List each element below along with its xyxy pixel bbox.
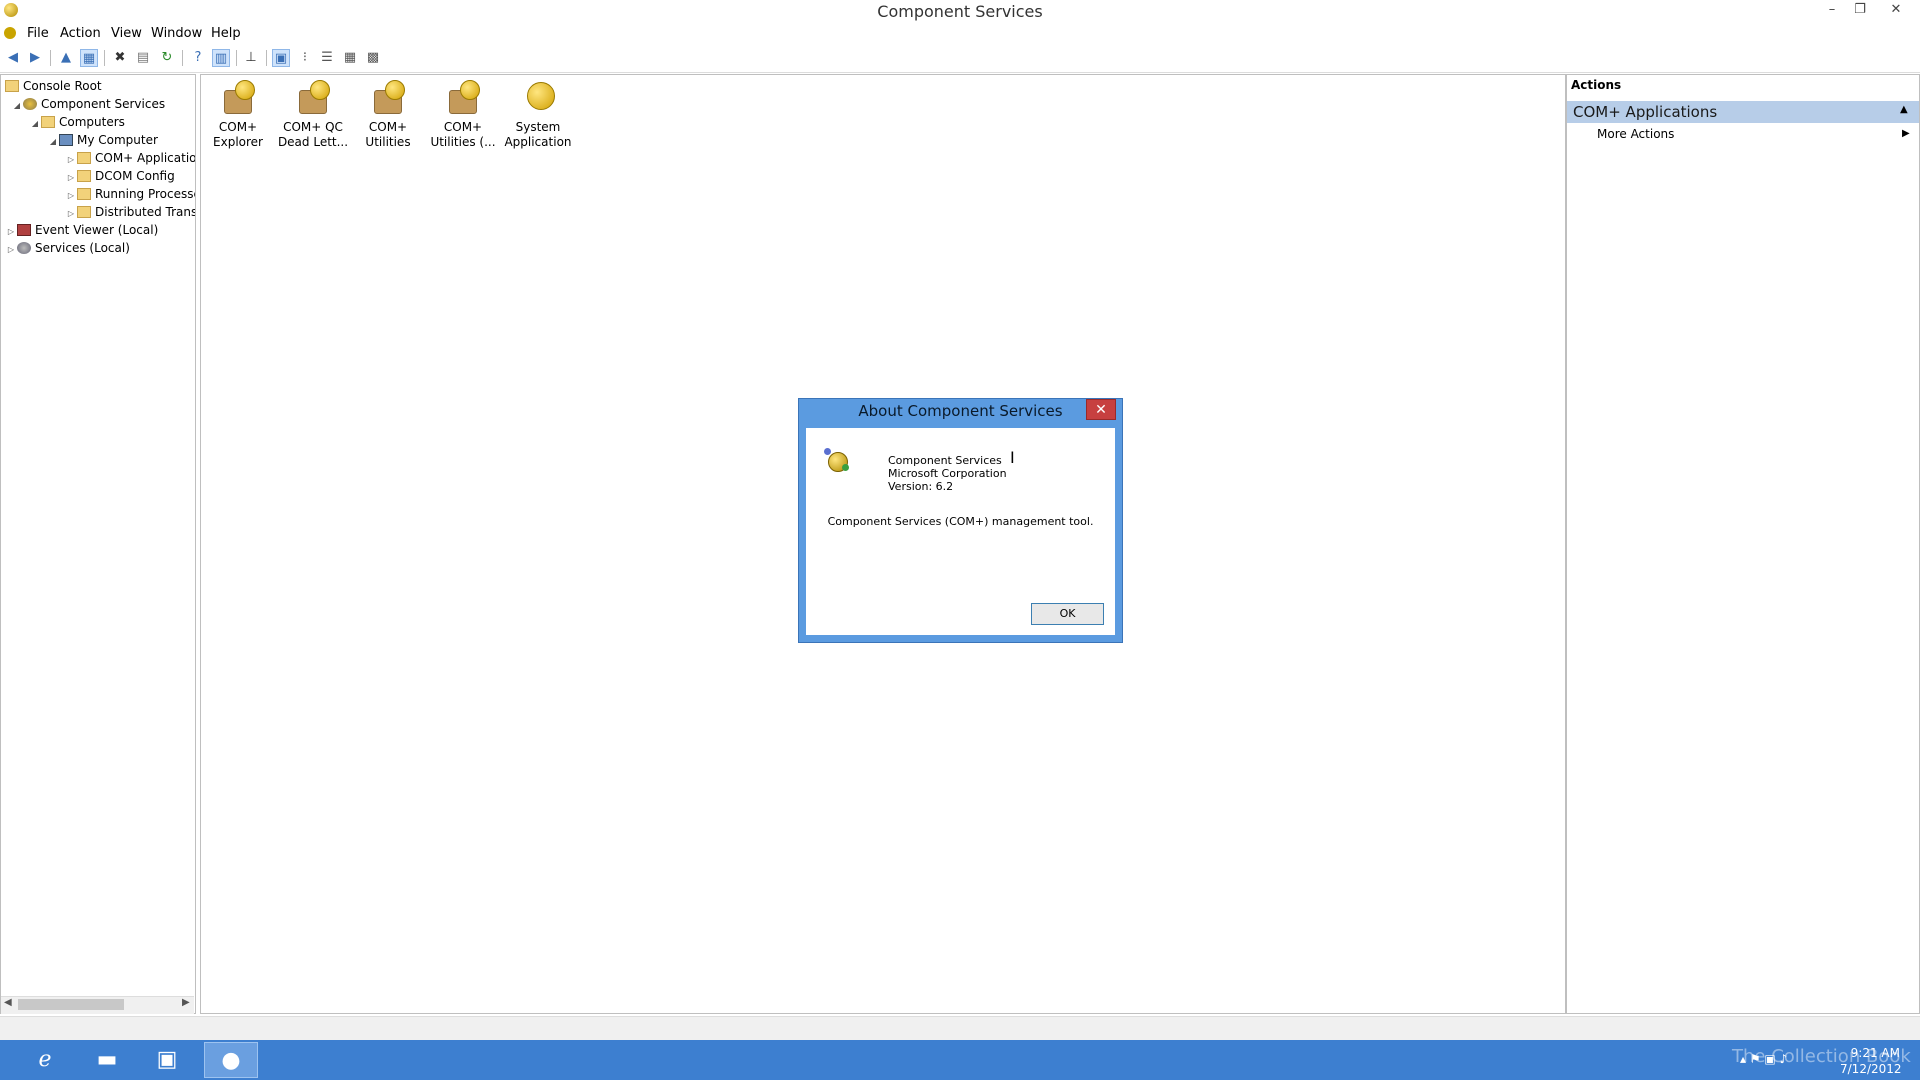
- taskbar: [0, 1040, 1920, 1080]
- export-list-icon[interactable]: ⊥: [242, 49, 260, 67]
- toolbar-separator: [182, 50, 183, 66]
- computer-icon: [59, 134, 73, 146]
- expanded-arrow-icon[interactable]: ◢: [11, 97, 23, 115]
- more-actions-link[interactable]: More Actions: [1597, 127, 1674, 141]
- component-services-icon: [824, 448, 849, 472]
- file-explorer-icon[interactable]: ▬: [80, 1042, 134, 1078]
- server-manager-icon[interactable]: ▣: [140, 1042, 194, 1078]
- scrollbar-thumb[interactable]: [18, 999, 124, 1010]
- com-package-icon: [371, 80, 405, 114]
- expanded-arrow-icon[interactable]: ◢: [29, 115, 41, 133]
- menu-bar: [0, 24, 1920, 44]
- collapse-up-icon[interactable]: ▲: [1900, 104, 1908, 115]
- tree-item-console-root[interactable]: Console Root: [5, 77, 195, 95]
- status-view-icon[interactable]: ▩: [364, 49, 382, 67]
- com-package-icon: [221, 80, 255, 114]
- list-view-icon[interactable]: ☰: [318, 49, 336, 67]
- com-package-icon: [446, 80, 480, 114]
- submenu-arrow-icon: ▶: [1902, 128, 1910, 139]
- item-com-utilities-32[interactable]: COM+ Utilities (...: [427, 80, 499, 150]
- tree-item-services[interactable]: ▷ Services (Local): [5, 239, 195, 259]
- properties-icon[interactable]: ▤: [134, 49, 152, 67]
- actions-pane: [1566, 74, 1920, 1014]
- dialog-company: Microsoft Corporation: [888, 467, 1007, 480]
- dialog-close-button[interactable]: ✕: [1086, 399, 1116, 420]
- window-title: Component Services: [877, 2, 1043, 21]
- tree-item-distributed-transactions[interactable]: ▷ Distributed Trans: [5, 203, 195, 221]
- large-icons-icon[interactable]: ▣: [272, 49, 290, 67]
- dialog-product-name: Component Services: [888, 454, 1002, 467]
- item-com-utilities[interactable]: COM+ Utilities: [352, 80, 424, 150]
- help-icon[interactable]: ?: [189, 49, 207, 67]
- system-application-icon: [521, 80, 555, 114]
- event-viewer-icon: [17, 224, 31, 236]
- show-tree-icon[interactable]: ▦: [80, 49, 98, 67]
- toolbar-separator: [266, 50, 267, 66]
- detail-view-icon[interactable]: ▦: [341, 49, 359, 67]
- item-com-explorer[interactable]: COM+ Explorer: [202, 80, 274, 150]
- actions-section-com-applications[interactable]: COM+ Applications: [1567, 101, 1919, 123]
- internet-explorer-icon[interactable]: ℯ: [18, 1042, 72, 1078]
- tree-item-component-services[interactable]: ◢ Component Services: [5, 95, 195, 115]
- delete-icon[interactable]: ✖: [111, 49, 129, 67]
- tray-icons[interactable]: ▴ ⚑ ▣ ♪: [1740, 1052, 1787, 1066]
- expanded-arrow-icon[interactable]: ◢: [47, 133, 59, 151]
- dialog-description: Component Services (COM+) management too…: [827, 515, 1094, 528]
- menu-window[interactable]: Window: [151, 26, 202, 41]
- restore-button[interactable]: ❐: [1846, 0, 1874, 20]
- folder-icon: [77, 170, 91, 182]
- folder-icon: [41, 116, 55, 128]
- small-icons-icon[interactable]: ⁝: [296, 49, 314, 67]
- menu-file[interactable]: File: [27, 26, 49, 41]
- ok-button[interactable]: OK: [1031, 603, 1104, 625]
- back-arrow-icon[interactable]: ◀: [4, 49, 22, 67]
- scroll-left-icon[interactable]: ◀: [4, 997, 12, 1008]
- folder-icon: [77, 152, 91, 164]
- toolbar-separator: [104, 50, 105, 66]
- dialog-title: About Component Services: [858, 402, 1063, 420]
- item-com-qc-dead-letter[interactable]: COM+ QC Dead Lett...: [277, 80, 349, 150]
- scroll-right-icon[interactable]: ▶: [182, 997, 190, 1008]
- action-pane-icon[interactable]: ▥: [212, 49, 230, 67]
- folder-icon: [77, 206, 91, 218]
- toolbar-separator: [236, 50, 237, 66]
- menu-view[interactable]: View: [111, 26, 142, 41]
- folder-icon: [5, 80, 19, 92]
- refresh-icon[interactable]: ↻: [158, 49, 176, 67]
- tree-item-running-processes[interactable]: ▷ Running Processe: [5, 185, 195, 203]
- actions-header: Actions: [1571, 78, 1622, 92]
- component-services-task-icon[interactable]: ●: [204, 1042, 258, 1078]
- dialog-version: Version: 6.2: [888, 480, 954, 493]
- component-services-icon: [23, 98, 37, 110]
- up-folder-icon[interactable]: ▲: [57, 49, 75, 67]
- clock-date[interactable]: 7/12/2012: [1840, 1062, 1902, 1076]
- tree-item-com-applications[interactable]: ▷ COM+ Applicatio: [5, 149, 195, 167]
- folder-icon: [77, 188, 91, 200]
- menu-help[interactable]: Help: [211, 26, 241, 41]
- forward-arrow-icon[interactable]: ▶: [26, 49, 44, 67]
- collapsed-arrow-icon[interactable]: ▷: [5, 241, 17, 259]
- status-bar: [0, 1016, 1920, 1041]
- tree-item-event-viewer[interactable]: ▷ Event Viewer (Local): [5, 221, 195, 239]
- text-cursor-icon: I: [1010, 448, 1015, 467]
- com-package-icon: [296, 80, 330, 114]
- tree-item-computers[interactable]: ◢ Computers: [5, 113, 195, 133]
- gear-icon: [17, 242, 31, 254]
- clock-time[interactable]: 9:21 AM: [1840, 1046, 1900, 1060]
- close-button[interactable]: ✕: [1882, 0, 1910, 20]
- tree-item-my-computer[interactable]: ◢ My Computer: [5, 131, 195, 151]
- tree-item-dcom-config[interactable]: ▷ DCOM Config: [5, 167, 195, 185]
- console-tree: Console Root ◢ Component Services ◢ Comput…: [0, 74, 196, 1014]
- item-system-application[interactable]: System Application: [502, 80, 574, 150]
- menu-action[interactable]: Action: [60, 26, 101, 41]
- minimize-button[interactable]: –: [1818, 0, 1846, 20]
- mmc-icon: [4, 27, 16, 39]
- toolbar-separator: [50, 50, 51, 66]
